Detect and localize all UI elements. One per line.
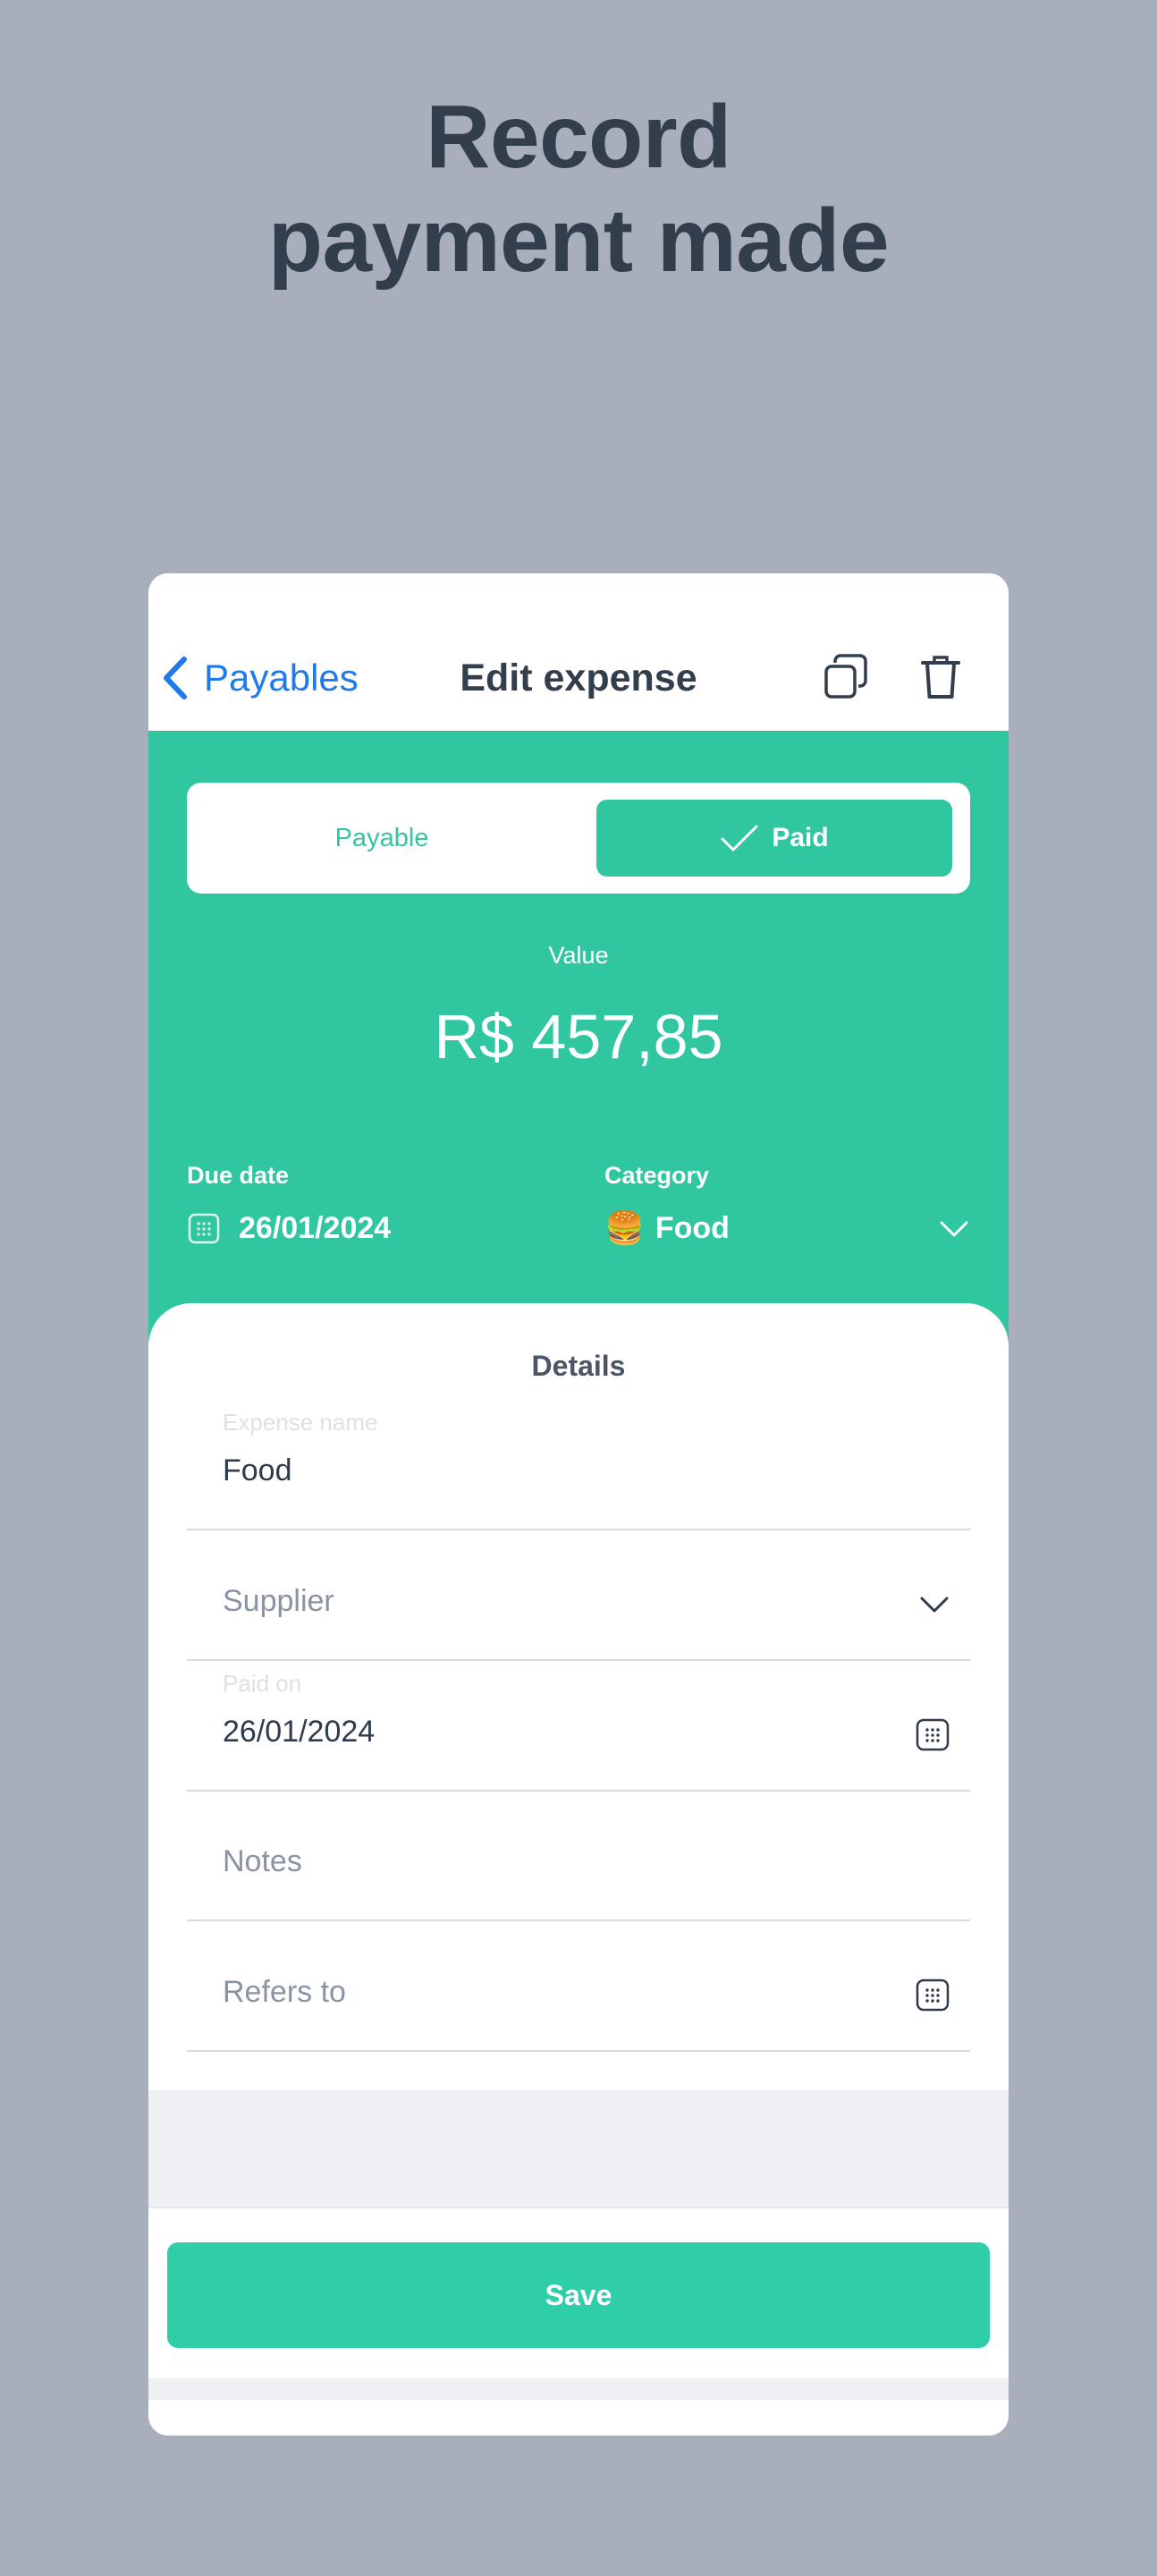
expense-name-value: Food xyxy=(223,1453,292,1487)
category-value: Food xyxy=(655,1210,730,1245)
tab-paid-label: Paid xyxy=(772,823,829,852)
phone-screen: Payables Edit expense Payable Paid Value… xyxy=(148,573,1009,2436)
expense-name-field[interactable]: Expense name Food xyxy=(187,1400,970,1530)
calendar-icon xyxy=(188,1213,220,1244)
calendar-icon xyxy=(916,1718,950,1751)
refers-to-field[interactable]: Refers to xyxy=(187,1921,970,2052)
notes-field[interactable]: Notes xyxy=(187,1791,970,1921)
due-date-field[interactable]: 26/01/2024 xyxy=(187,1203,391,1253)
paid-on-value: 26/01/2024 xyxy=(223,1715,376,1749)
paid-on-field[interactable]: Paid on 26/01/2024 xyxy=(187,1661,970,1792)
due-date-value: 26/01/2024 xyxy=(239,1210,392,1245)
duplicate-button[interactable] xyxy=(821,652,871,702)
headline-text: Record payment made xyxy=(267,87,890,291)
expense-summary-header: Payable Paid Value R$ 457,85 Due date Ca… xyxy=(148,731,1009,1357)
expense-name-label: Expense name xyxy=(223,1409,378,1436)
status-toggle: Payable Paid xyxy=(187,783,970,894)
spacer-band xyxy=(148,2090,1009,2207)
chevron-down-icon xyxy=(940,1221,968,1237)
supplier-select[interactable]: Supplier xyxy=(187,1530,970,1661)
notes-placeholder: Notes xyxy=(223,1844,302,1878)
category-select[interactable]: 🍔 Food xyxy=(604,1203,970,1253)
navigation-bar: Payables Edit expense xyxy=(148,573,1009,731)
calendar-icon xyxy=(916,1979,950,2012)
refers-to-placeholder: Refers to xyxy=(223,1975,346,2009)
tab-paid[interactable]: Paid xyxy=(596,800,952,877)
delete-button[interactable] xyxy=(916,652,966,702)
details-title: Details xyxy=(531,1350,626,1382)
paid-on-label: Paid on xyxy=(223,1670,302,1697)
page-headline: Record payment made xyxy=(0,85,1157,292)
chevron-down-icon xyxy=(920,1597,949,1613)
checkmark-icon xyxy=(721,825,758,852)
burger-icon: 🍔 xyxy=(604,1209,645,1246)
back-button[interactable]: Payables xyxy=(159,656,359,700)
save-button[interactable]: Save xyxy=(167,2242,990,2348)
copy-icon xyxy=(824,654,867,699)
details-card: Details Expense name Food Supplier Paid … xyxy=(148,1303,1009,2090)
footer-bar: Save xyxy=(148,2207,1009,2378)
tab-payable[interactable]: Payable xyxy=(187,783,577,894)
supplier-placeholder: Supplier xyxy=(223,1584,334,1618)
due-date-label: Due date xyxy=(187,1162,290,1189)
category-label: Category xyxy=(604,1162,710,1189)
bottom-strip xyxy=(148,2378,1009,2400)
trash-icon xyxy=(921,656,960,699)
value-label: Value xyxy=(548,942,609,969)
chevron-left-icon xyxy=(164,657,187,699)
value-amount[interactable]: R$ 457,85 xyxy=(148,1001,1009,1072)
back-label: Payables xyxy=(204,657,359,699)
